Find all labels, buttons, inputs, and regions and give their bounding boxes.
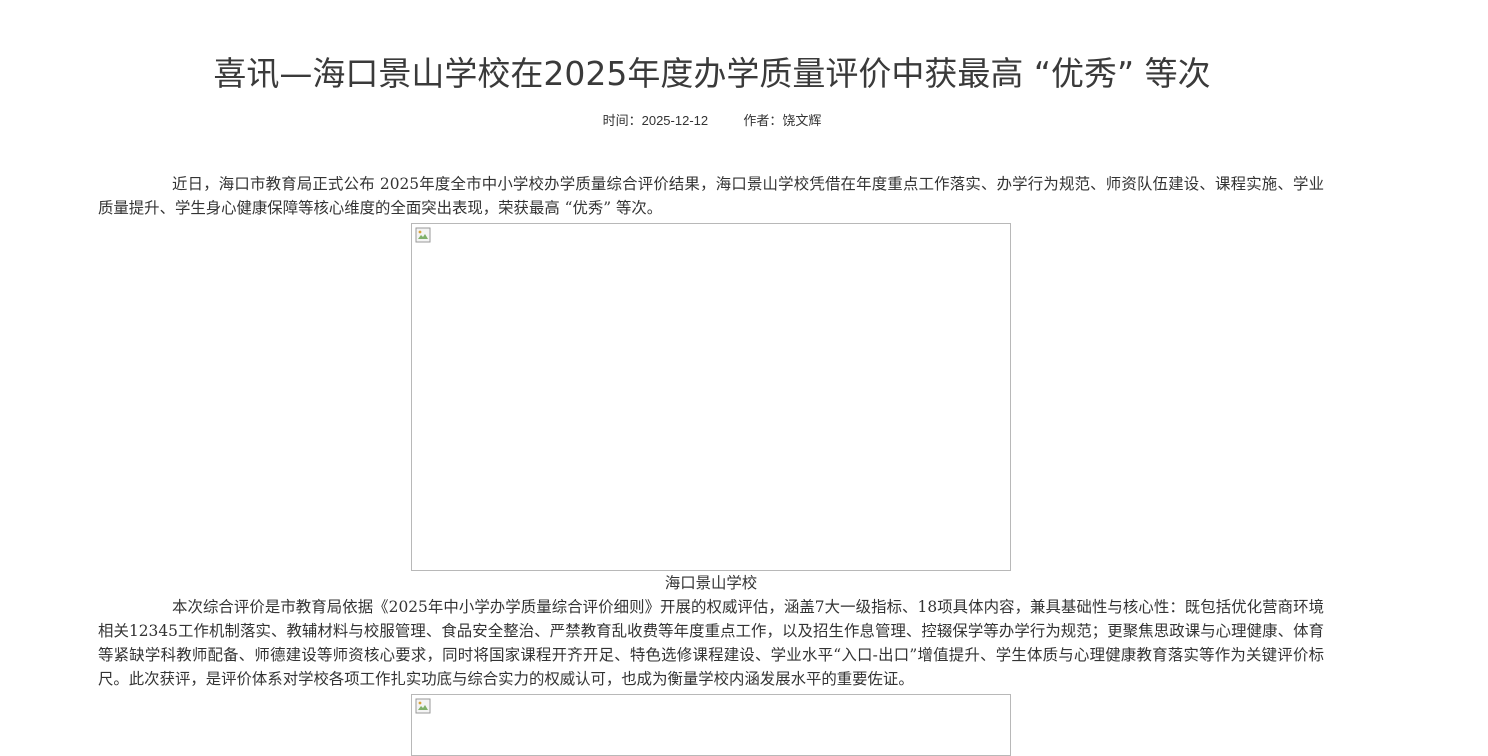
- article-image-2[interactable]: [411, 694, 1011, 756]
- article-image-1[interactable]: [411, 223, 1011, 571]
- date-label: 时间：: [602, 113, 642, 128]
- figure-2: [411, 694, 1011, 756]
- paragraph-2: 本次综合评价是市教育局依据《2025年中小学办学质量综合评价细则》开展的权威评估…: [98, 598, 1324, 688]
- author-name: 饶文辉: [782, 113, 822, 128]
- publish-date: 2025-12-12: [641, 113, 709, 128]
- paragraph-1: 近日，海口市教育局正式公布 2025年度全市中小学校办学质量综合评价结果，海口景…: [98, 175, 1324, 217]
- article-body: 近日，海口市教育局正式公布 2025年度全市中小学校办学质量综合评价结果，海口景…: [98, 172, 1324, 756]
- article-meta: 时间：2025-12-12 作者：饶文辉: [0, 112, 1424, 130]
- figure-caption: 海口景山学校: [664, 574, 758, 592]
- article-title: 喜讯—海口景山学校在2025年度办学质量评价中获最高 “优秀” 等次: [213, 54, 1211, 93]
- broken-image-icon: [415, 227, 431, 243]
- author-label: 作者：: [743, 113, 783, 128]
- figure-1: 海口景山学校: [411, 223, 1011, 595]
- broken-image-icon: [415, 698, 431, 714]
